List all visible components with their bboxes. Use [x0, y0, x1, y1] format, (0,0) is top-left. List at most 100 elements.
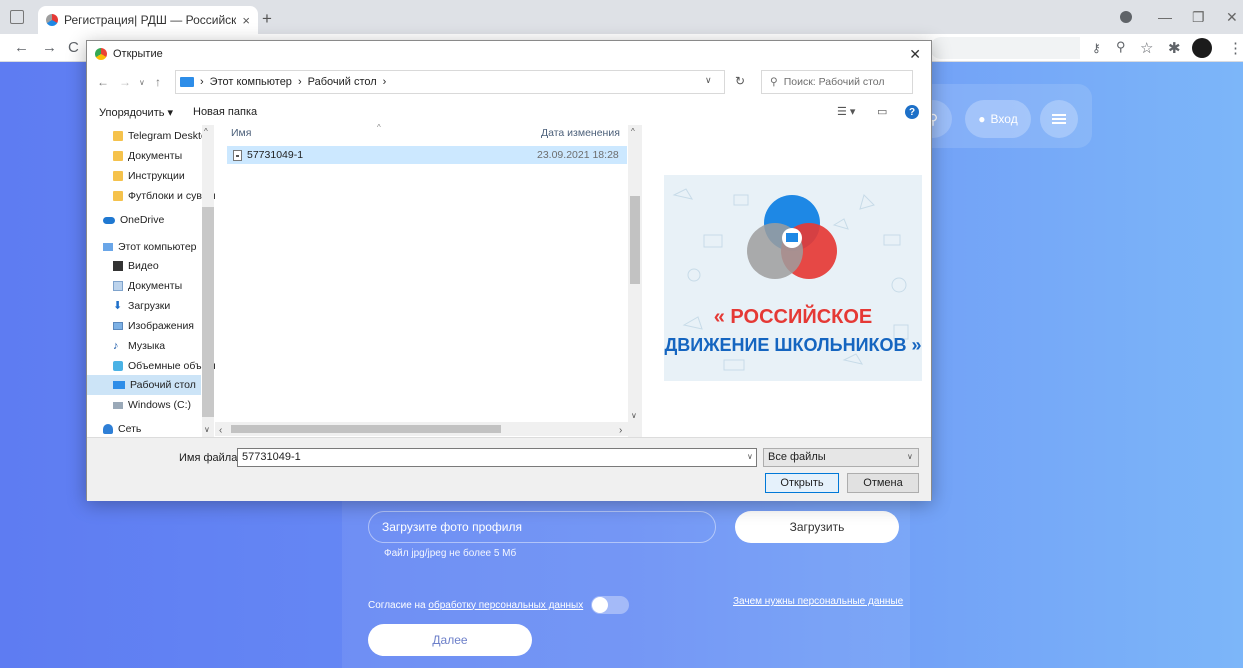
consent-toggle[interactable]	[591, 596, 630, 614]
up-arrow-icon[interactable]: ↑	[155, 75, 161, 89]
folder-icon	[113, 131, 123, 141]
dialog-close-button[interactable]: ✕	[909, 46, 921, 63]
chrome-icon	[95, 48, 107, 60]
photo-upload-field[interactable]: Загрузите фото профиля	[368, 511, 716, 543]
scroll-up-icon[interactable]: ^	[204, 127, 208, 136]
recent-dropdown-icon[interactable]: ∨	[139, 78, 145, 87]
nav-item-downloads[interactable]: ⬇ Загрузки	[113, 296, 215, 316]
filename-dropdown-icon[interactable]: ∨	[747, 452, 753, 461]
rdsh-favicon-icon	[46, 14, 58, 26]
forward-arrow-icon[interactable]: →	[119, 75, 131, 89]
close-window-button[interactable]: ✕	[1226, 9, 1238, 26]
nav-item-documents[interactable]: Документы	[113, 276, 215, 296]
reload-icon[interactable]: C	[68, 39, 79, 56]
consent-link[interactable]: обработку персональных данных	[428, 600, 583, 611]
nav-item-documents-folder[interactable]: Документы	[113, 146, 215, 166]
nav-item-label: Этот компьютер	[118, 241, 197, 253]
file-list-hscroll-thumb[interactable]	[231, 425, 501, 433]
scroll-down-icon[interactable]: ∨	[204, 425, 210, 434]
cancel-button[interactable]: Отмена	[847, 473, 919, 493]
new-folder-button[interactable]: Новая папка	[193, 106, 257, 118]
path-separator-icon: ›	[382, 76, 387, 88]
nav-item-video[interactable]: Видео	[113, 256, 215, 276]
file-list-vscroll-thumb[interactable]	[630, 196, 640, 284]
zoom-icon[interactable]: ⚲	[1116, 39, 1126, 55]
file-list: Имя ^ Дата изменения 57731049-1 23.09.20…	[215, 123, 642, 437]
back-arrow-icon[interactable]: ←	[97, 75, 109, 89]
nav-item-this-pc[interactable]: Этот компьютер	[103, 237, 215, 257]
help-icon[interactable]: ?	[905, 105, 919, 119]
path-dropdown-icon[interactable]: ∨	[705, 75, 712, 86]
network-icon	[103, 424, 113, 434]
nav-item-windows-drive[interactable]: Windows (C:)	[113, 395, 215, 415]
tab-search-icon[interactable]	[10, 10, 24, 24]
folder-search-input[interactable]: ⚲ Поиск: Рабочий стол	[761, 70, 913, 94]
nav-item-desktop[interactable]: Рабочий стол	[87, 375, 201, 395]
organize-button[interactable]: Упорядочить ▾	[99, 106, 173, 119]
profile-avatar[interactable]	[1192, 38, 1212, 58]
path-bar[interactable]: › Этот компьютер › Рабочий стол ›	[175, 70, 725, 94]
extensions-icon[interactable]: ✱	[1168, 39, 1181, 57]
forward-icon[interactable]: →	[42, 39, 57, 56]
why-personal-data-link[interactable]: Зачем нужны персональные данные	[733, 596, 903, 607]
next-button[interactable]: Далее	[368, 624, 532, 656]
nav-item-instructions[interactable]: Инструкции	[113, 166, 215, 186]
nav-item-network[interactable]: Сеть	[103, 419, 215, 437]
filetype-select[interactable]: Все файлы	[763, 448, 919, 467]
scroll-down-icon[interactable]: ∨	[631, 411, 637, 420]
nav-item-onedrive[interactable]: OneDrive	[103, 210, 215, 230]
menu-button[interactable]	[1040, 100, 1078, 138]
nav-item-images[interactable]: Изображения	[113, 316, 215, 336]
file-hint: Файл jpg/jpeg не более 5 Мб	[384, 548, 517, 559]
scroll-left-icon[interactable]: ‹	[219, 425, 222, 436]
refresh-icon[interactable]: ↻	[735, 74, 745, 88]
scroll-right-icon[interactable]: ›	[619, 425, 622, 436]
nav-item-telegram[interactable]: Telegram Desktop	[113, 126, 215, 146]
search-icon: ⚲	[770, 76, 778, 88]
restore-button[interactable]: ❐	[1192, 9, 1205, 26]
upload-button[interactable]: Загрузить	[735, 511, 899, 543]
nav-scrollbar-thumb[interactable]	[202, 207, 214, 417]
key-icon[interactable]: ⚷	[1092, 41, 1101, 55]
minimize-button[interactable]: —	[1158, 9, 1172, 25]
tab-close-icon[interactable]: ×	[242, 13, 250, 28]
rdsh-logo-image: « РОССИЙСКОЕ ДВИЖЕНИЕ ШКОЛЬНИКОВ »	[664, 175, 922, 381]
bookmark-star-icon[interactable]: ☆	[1140, 39, 1153, 57]
path-segment-desktop[interactable]: Рабочий стол	[308, 76, 377, 88]
nav-item-3d-objects[interactable]: Объемные объекты	[113, 356, 215, 376]
logo-line-1: « РОССИЙСКОЕ	[714, 304, 873, 328]
consent-text: Согласие на обработку персональных данны…	[368, 600, 583, 611]
folder-icon	[113, 151, 123, 161]
preview-pane-icon[interactable]: ▭	[877, 105, 887, 118]
nav-item-label: Сеть	[118, 423, 142, 435]
nav-item-label: Документы	[128, 150, 183, 162]
search-placeholder: Поиск: Рабочий стол	[783, 76, 885, 88]
column-header-date[interactable]: Дата изменения	[541, 127, 620, 139]
open-button[interactable]: Открыть	[765, 473, 839, 493]
nav-item-label: Telegram Desktop	[128, 130, 213, 142]
view-options-icon[interactable]: ☰ ▾	[837, 105, 855, 118]
consent-row: Согласие на обработку персональных данны…	[368, 596, 630, 614]
download-icon: ⬇	[113, 300, 123, 312]
filename-input[interactable]: 57731049-1	[237, 448, 757, 467]
desktop-icon	[113, 381, 125, 389]
file-name: 57731049-1	[247, 149, 304, 161]
browser-tab[interactable]: Регистрация| РДШ — Российск ×	[38, 6, 258, 34]
browser-menu-icon[interactable]: ⋮	[1228, 39, 1243, 57]
address-bar[interactable]	[930, 37, 1080, 59]
new-tab-button[interactable]: +	[262, 9, 272, 29]
login-button[interactable]: ● Вход	[965, 100, 1031, 138]
tab-title: Регистрация| РДШ — Российск	[64, 13, 237, 27]
scroll-up-icon[interactable]: ^	[631, 127, 635, 136]
path-segment-computer[interactable]: Этот компьютер	[210, 76, 292, 88]
navigation-pane: Telegram Desktop Документы Инструкции Фу…	[87, 125, 215, 437]
profile-status-icon[interactable]	[1120, 11, 1132, 23]
column-header-name[interactable]: Имя	[231, 127, 251, 139]
cloud-icon	[103, 216, 115, 224]
back-icon[interactable]: ←	[14, 39, 29, 56]
nav-item-music[interactable]: ♪ Музыка	[113, 336, 215, 356]
file-row[interactable]: 57731049-1 23.09.2021 18:28	[227, 146, 627, 164]
nav-item-tshirts[interactable]: Футблоки и сувенирка	[113, 186, 215, 206]
filetype-dropdown-icon[interactable]: ∨	[907, 452, 913, 461]
dialog-title: Открытие	[113, 48, 163, 60]
